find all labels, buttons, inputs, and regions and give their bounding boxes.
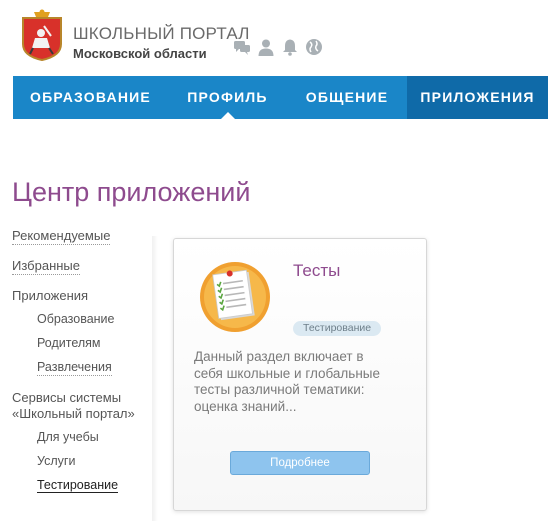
chat-icon[interactable] xyxy=(233,38,251,56)
user-icon[interactable] xyxy=(257,38,275,56)
bell-icon[interactable] xyxy=(281,38,299,56)
sidebar-item-education[interactable]: Образование xyxy=(37,312,114,326)
nav-item-education[interactable]: ОБРАЗОВАНИЕ xyxy=(13,76,168,119)
brand-title: ШКОЛЬНЫЙ ПОРТАЛ xyxy=(73,24,250,43)
header-icon-bar xyxy=(233,38,323,56)
sidebar-divider xyxy=(152,236,158,521)
app-category-badge: Тестирование xyxy=(293,321,382,336)
nav-item-applications[interactable]: ПРИЛОЖЕНИЯ xyxy=(407,76,548,119)
test-checklist-icon[interactable] xyxy=(199,261,271,333)
nav-item-communication[interactable]: ОБЩЕНИЕ xyxy=(287,76,407,119)
active-tab-indicator xyxy=(219,112,236,120)
sidebar-item-parents[interactable]: Родителям xyxy=(37,336,101,350)
site-header: ШКОЛЬНЫЙ ПОРТАЛ Московской области xyxy=(0,0,548,76)
sidebar-section-services[interactable]: Сервисы системы «Школьный портал» xyxy=(12,390,135,422)
nav-item-profile[interactable]: ПРОФИЛЬ xyxy=(168,76,287,120)
app-card[interactable]: Тесты Тестирование Данный раздел включае… xyxy=(173,238,427,511)
sidebar-item-recommended[interactable]: Рекомендуемые xyxy=(12,228,111,245)
sidebar-services-line2: «Школьный портал» xyxy=(12,406,135,421)
sidebar-item-testing[interactable]: Тестирование xyxy=(37,478,119,493)
nav-item-profile-label: ПРОФИЛЬ xyxy=(187,89,268,105)
sidebar-item-favorites[interactable]: Избранные xyxy=(12,258,80,275)
app-card-description: Данный раздел включает в себя школьные и… xyxy=(194,349,380,414)
sidebar-item-entertainment[interactable]: Развлечения xyxy=(37,360,112,376)
brand-subtitle: Московской области xyxy=(73,46,207,61)
moscow-region-coat-of-arms-logo[interactable] xyxy=(20,8,64,62)
page-title: Центр приложений xyxy=(12,177,251,207)
details-button[interactable]: Подробнее xyxy=(230,451,370,475)
app-card-title[interactable]: Тесты xyxy=(293,261,340,281)
sidebar-item-services[interactable]: Услуги xyxy=(37,454,75,468)
sidebar-services-line1: Сервисы системы xyxy=(12,390,122,405)
main-navigation: ОБРАЗОВАНИЕ ПРОФИЛЬ ОБЩЕНИЕ ПРИЛОЖЕНИЯ xyxy=(13,76,548,120)
sidebar-section-applications[interactable]: Приложения xyxy=(12,288,88,303)
globe-icon[interactable] xyxy=(305,38,323,56)
sidebar-item-study[interactable]: Для учебы xyxy=(37,430,99,444)
